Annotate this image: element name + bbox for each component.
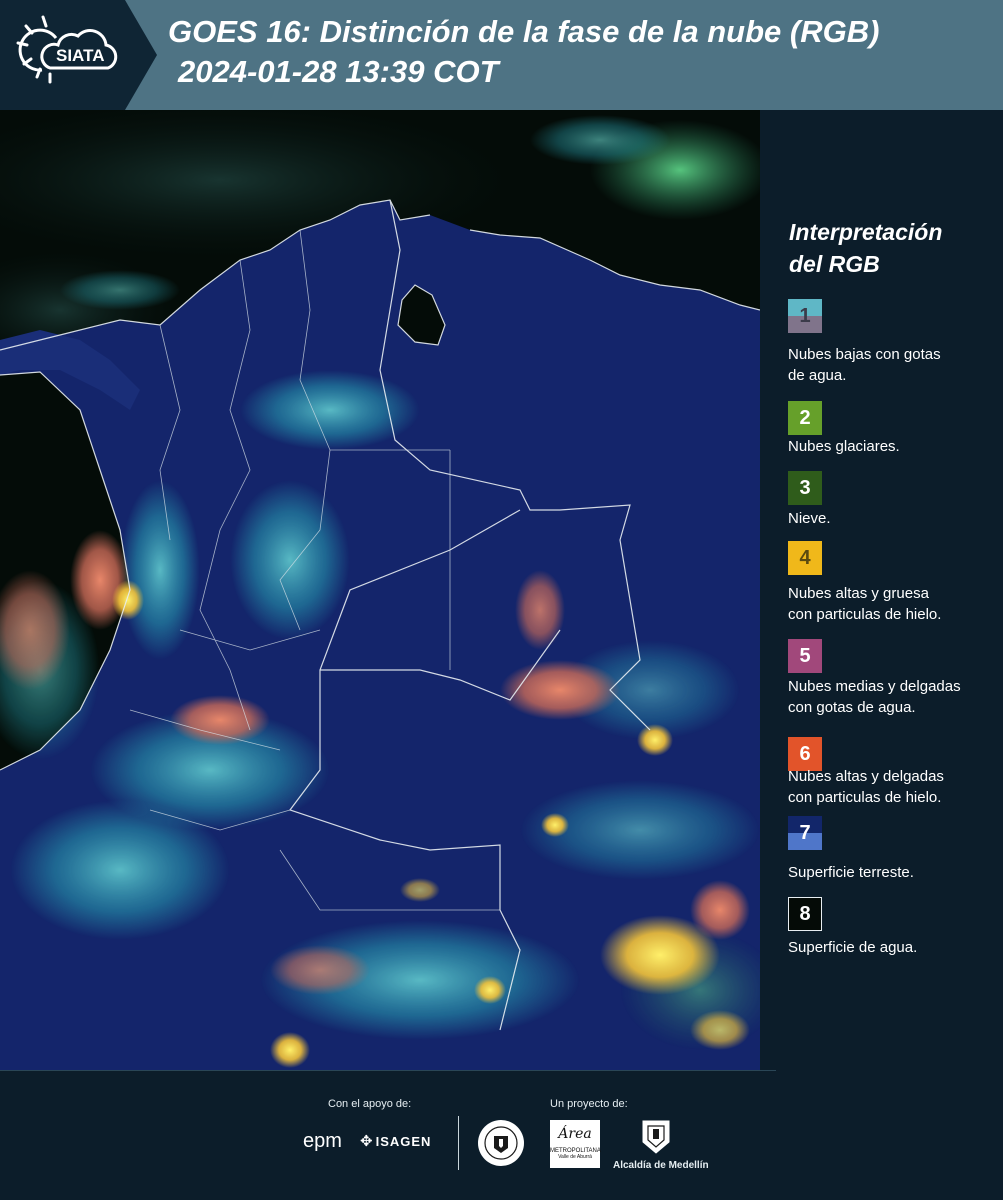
legend-number: 4 [799,546,811,569]
legend-label: Nubes glaciares. [788,436,1003,457]
logo-separator [458,1116,459,1170]
legend-label: Nieve. [788,508,1003,529]
epm-logo[interactable]: epm [303,1130,342,1153]
footer: Con el apoyo de: Un proyecto de: epm ✥ I… [0,1070,1003,1200]
legend-swatch-4: 4 [788,541,822,575]
legend-label: Superficie terreste. [788,862,1003,883]
legend-label: Superficie de agua. [788,937,1003,958]
project-label: Un proyecto de: [550,1098,628,1110]
isagen-text: ISAGEN [375,1133,432,1149]
legend-label-line2: con gotas de agua. [788,699,916,716]
page-title: GOES 16: Distinción de la fase de la nub… [168,14,880,49]
logo-text: SIATA [56,46,105,65]
legend-swatch-7: 7 [788,816,822,850]
footer-divider [0,1070,776,1071]
satellite-map[interactable] [0,100,780,1070]
legend-number: 7 [799,821,811,844]
legend-label-line1: Nubes medias y delgadas [788,678,961,695]
area-metro-name: Área [558,1126,592,1142]
alcaldia-logo[interactable] [640,1118,672,1161]
legend-number: 8 [799,902,811,925]
legend-number: 3 [799,476,811,499]
legend-label-line2: con particulas de hielo. [788,606,942,623]
legend-swatch-5: 5 [788,639,822,673]
legend-label: Nubes medias y delgadas con gotas de agua… [788,676,1003,718]
legend-label: Nubes altas y delgadas con particulas de … [788,766,1003,808]
alcaldia-text: Alcaldía de Medellín [613,1160,709,1171]
legend-label-line1: Superficie de agua. [788,939,918,956]
legend-label-line1: Nieve. [788,510,831,527]
siata-logo[interactable]: SIATA [0,0,160,110]
legend-title-line1: Interpretación [789,219,943,245]
legend-swatch-8: 8 [788,897,822,931]
legend-panel: Interpretación del RGB 1 Nubes bajas con … [760,110,1003,1070]
isagen-mark-icon: ✥ [360,1133,373,1150]
legend-number: 2 [799,406,811,429]
legend-title: Interpretación del RGB [789,216,999,280]
legend-number: 1 [799,304,811,327]
legend-label-line1: Superficie terreste. [788,864,914,881]
support-label: Con el apoyo de: [328,1098,412,1110]
area-metro-sub2: Valle de Aburrá [558,1154,592,1160]
seal-icon [478,1120,524,1166]
legend-number: 6 [799,742,811,765]
legend-label-line1: Nubes altas y gruesa [788,585,929,602]
legend-label: Nubes bajas con gotas de agua. [788,344,1003,386]
legend-swatch-3: 3 [788,471,822,505]
legend-title-line2: del RGB [789,251,880,277]
legend-label: Nubes altas y gruesa con particulas de hi… [788,583,1003,625]
isagen-logo[interactable]: ✥ ISAGEN [360,1132,431,1150]
legend-swatch-1: 1 [788,299,822,333]
legend-label-line1: Nubes bajas con gotas [788,346,941,363]
medellin-seal-logo[interactable] [476,1118,526,1173]
legend-label-line2: con particulas de hielo. [788,789,942,806]
legend-number: 5 [799,644,811,667]
coat-of-arms-icon [642,1120,670,1154]
page-subtitle-datetime: 2024-01-28 13:39 COT [178,54,499,89]
legend-label-line2: de agua. [788,367,847,384]
rgb-composite-image [0,100,780,1070]
area-metropolitana-logo[interactable]: Área METROPOLITANA Valle de Aburrá [550,1120,601,1168]
legend-label-line1: Nubes glaciares. [788,438,900,455]
legend-label-line1: Nubes altas y delgadas [788,768,944,785]
header: SIATA GOES 16: Distinción de la fase de … [0,0,1003,110]
legend-swatch-2: 2 [788,401,822,435]
